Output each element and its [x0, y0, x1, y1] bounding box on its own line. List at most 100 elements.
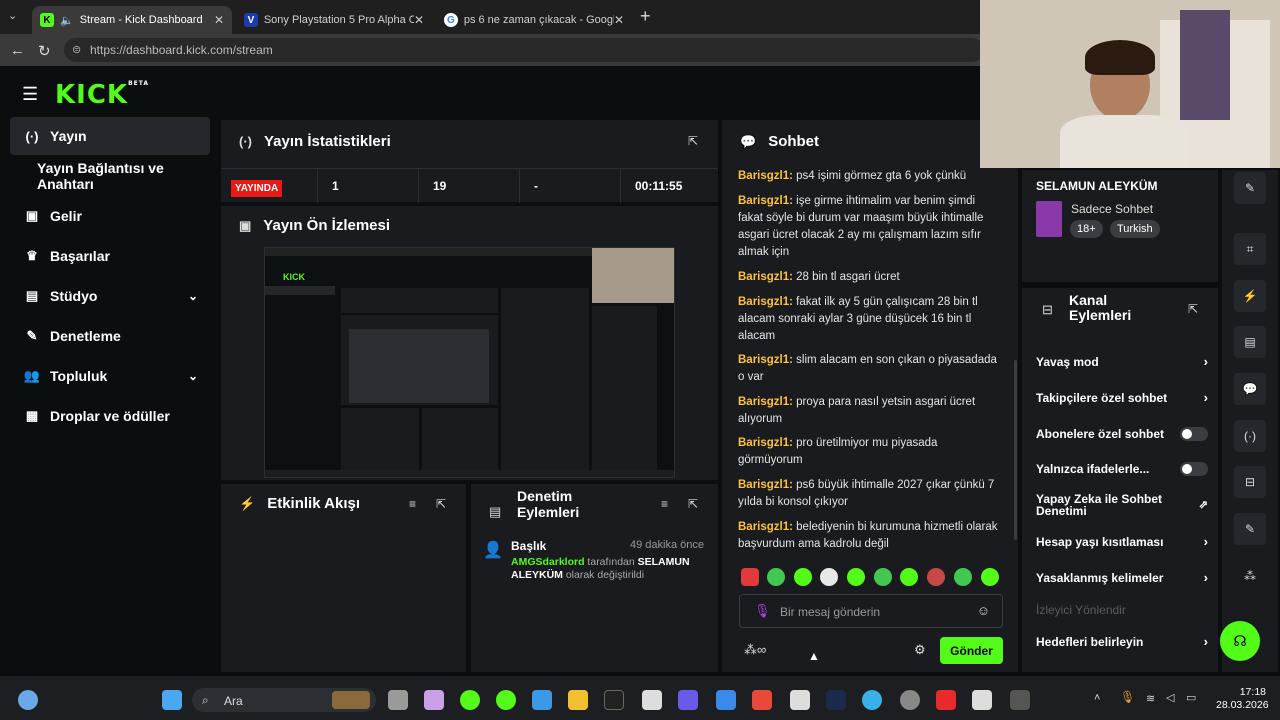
action-subscribers-only[interactable]: Abonelere özel sohbet	[1036, 427, 1208, 441]
emote-icon[interactable]	[741, 568, 759, 586]
tab-kick-dashboard[interactable]: K 🔈 Stream - Kick Dashboard ✕	[32, 6, 232, 34]
app-icon[interactable]	[1010, 690, 1030, 710]
taskbar-search[interactable]: ⌕ Ara	[192, 688, 376, 712]
sidebar-item-basarilar[interactable]: ♛ Başarılar	[10, 237, 210, 275]
tray-chevron-up-icon[interactable]: ˄	[1094, 692, 1100, 704]
expand-icon[interactable]: ⇱	[436, 497, 446, 511]
sidebar-item-yayin[interactable]: (·) Yayın	[10, 117, 210, 155]
gmail-icon[interactable]	[752, 690, 772, 710]
action-slow-mode[interactable]: Yavaş mod ›	[1036, 354, 1208, 369]
sidebar-item-droplar[interactable]: ▦ Droplar ve ödüller	[10, 397, 210, 435]
action-followers-only[interactable]: Takipçilere özel sohbet ›	[1036, 390, 1208, 405]
filter-icon[interactable]: ≡	[409, 497, 416, 511]
epic-games-icon[interactable]	[604, 690, 624, 710]
expand-icon[interactable]: ⇱	[1188, 302, 1198, 316]
battery-icon[interactable]: ▭	[1186, 691, 1196, 704]
chat-input[interactable]: 🎙 Bir mesaj gönderin ☺	[739, 594, 1003, 628]
taskbar-clock[interactable]: 17:18 28.03.2026	[1216, 686, 1269, 712]
app-icon[interactable]	[900, 690, 920, 710]
action-banned-words[interactable]: Yasaklanmış kelimeler ›	[1036, 570, 1208, 585]
action-account-age[interactable]: Hesap yaşı kısıtlaması ›	[1036, 534, 1208, 549]
toggle-switch[interactable]	[1180, 427, 1208, 441]
sidebar-item-studyo[interactable]: ▤ Stüdyo ⌄	[10, 277, 210, 315]
kick-logo[interactable]: KICKBETA	[55, 80, 149, 110]
tab-google-search[interactable]: G ps 6 ne zaman çıkacak - Google'da ✕	[436, 6, 632, 34]
category-thumbnail[interactable]	[1036, 201, 1062, 237]
app-icon[interactable]	[496, 690, 516, 710]
emote-icon[interactable]	[847, 568, 865, 586]
expand-icon[interactable]: ⇱	[688, 134, 698, 148]
emote-icon[interactable]	[900, 568, 918, 586]
emoji-icon[interactable]: ☺	[977, 603, 990, 618]
scan-icon[interactable]: ⌗	[1234, 233, 1266, 265]
volume-icon[interactable]: ◁	[1166, 691, 1174, 704]
broadcast-icon[interactable]: (·)	[1234, 420, 1266, 452]
emote-icon[interactable]	[927, 568, 945, 586]
emote-icon[interactable]	[767, 568, 785, 586]
task-view-icon[interactable]	[388, 690, 408, 710]
sidebar-item-denetleme[interactable]: ✎ Denetleme	[10, 317, 210, 355]
tab-sony-ps5[interactable]: V Sony Playstation 5 Pro Alpha Oyun ✕	[236, 6, 432, 34]
emote-icon[interactable]	[954, 568, 972, 586]
menu-icon[interactable]: ☰	[22, 84, 38, 105]
community-icon[interactable]: ⁂	[1234, 560, 1266, 592]
tag-badge: 18+	[1070, 220, 1103, 238]
chevron-down-icon[interactable]: ⌄	[188, 289, 198, 303]
chat-scrollbar[interactable]	[1014, 360, 1017, 540]
microphone-icon[interactable]: 🎙	[754, 603, 771, 619]
new-tab-icon[interactable]: +	[640, 6, 651, 27]
support-headset-icon[interactable]: ☊	[1220, 621, 1260, 661]
emote-icon[interactable]	[981, 568, 999, 586]
wrench-icon[interactable]: ✎	[1234, 513, 1266, 545]
gear-icon[interactable]: ⚙	[914, 642, 926, 658]
layout-icon[interactable]: ⊟	[1234, 466, 1266, 498]
close-tab-icon[interactable]: ✕	[214, 13, 224, 27]
expand-icon[interactable]: ⇱	[688, 497, 698, 511]
back-arrow-icon[interactable]: ←	[10, 42, 25, 59]
app-icon[interactable]	[532, 690, 552, 710]
app-icon[interactable]	[972, 690, 992, 710]
steam-icon[interactable]	[826, 690, 846, 710]
speaker-icon[interactable]: 🔈	[60, 14, 74, 27]
emote-icon[interactable]	[794, 568, 812, 586]
app-icon[interactable]	[790, 690, 810, 710]
filter-icon[interactable]: ≡	[661, 497, 668, 511]
weather-icon[interactable]	[18, 690, 38, 710]
tab-list-icon[interactable]: ⌄	[8, 9, 17, 22]
close-tab-icon[interactable]: ✕	[414, 13, 424, 27]
windows-start-icon[interactable]	[162, 690, 182, 710]
teams-icon[interactable]	[678, 690, 698, 710]
emote-icon[interactable]	[820, 568, 838, 586]
emote-icon[interactable]	[874, 568, 892, 586]
preview-video[interactable]: KICK	[264, 247, 675, 478]
app-icon[interactable]	[460, 690, 480, 710]
chat-icon[interactable]: 💬	[1234, 373, 1266, 405]
stream-category[interactable]: Sadece Sohbet	[1071, 202, 1153, 216]
sidebar-item-topluluk[interactable]: 👥 Topluluk ⌄	[10, 357, 210, 395]
wifi-icon[interactable]: ≋	[1146, 692, 1155, 705]
store-icon[interactable]	[716, 690, 736, 710]
action-emotes-only[interactable]: Yalnızca ifadelerle...	[1036, 462, 1208, 476]
reload-icon[interactable]: ↻	[38, 42, 51, 60]
microphone-icon[interactable]: 🎙	[1120, 690, 1135, 704]
action-set-goals[interactable]: Hedefleri belirleyin ›	[1036, 634, 1208, 649]
send-button[interactable]: Gönder	[940, 637, 1003, 664]
sidebar-item-gelir[interactable]: ▣ Gelir	[10, 197, 210, 235]
file-explorer-icon[interactable]	[568, 690, 588, 710]
document-icon[interactable]: ▤	[1234, 326, 1266, 358]
stream-info-panel: SELAMUN ALEYKÜM Sadece Sohbet 18+ Turkis…	[1022, 170, 1218, 282]
toggle-switch[interactable]	[1180, 462, 1208, 476]
edit-icon[interactable]: ✎	[1234, 172, 1266, 204]
edge-icon[interactable]	[862, 690, 882, 710]
chevron-down-icon[interactable]: ⌄	[188, 369, 198, 383]
youtube-icon[interactable]	[936, 690, 956, 710]
url-input[interactable]: ⊜ https://dashboard.kick.com/stream	[64, 38, 984, 62]
community-icon[interactable]: ⁂∞	[744, 642, 766, 658]
close-tab-icon[interactable]: ✕	[614, 13, 624, 27]
copilot-icon[interactable]	[424, 690, 444, 710]
app-icon[interactable]	[642, 690, 662, 710]
lightning-icon[interactable]: ⚡	[1234, 280, 1266, 312]
site-info-icon[interactable]: ⊜	[72, 43, 81, 56]
action-ai-moderation[interactable]: Yapay Zeka ile Sohbet Denetimi ⇗	[1036, 493, 1208, 517]
sidebar-item-stream-key[interactable]: Yayın Bağlantısı ve Anahtarı	[10, 157, 210, 195]
